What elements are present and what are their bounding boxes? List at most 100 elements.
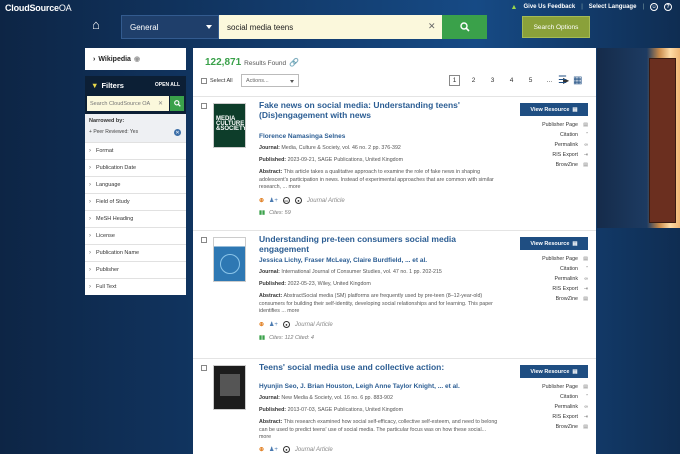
result-checkbox[interactable] — [201, 237, 207, 243]
citation-link[interactable]: Citation” — [520, 264, 588, 274]
language-link[interactable]: Select Language — [589, 4, 637, 10]
publisher-page-link[interactable]: Publisher Page ▤ — [520, 382, 588, 392]
result-authors[interactable]: Florence Namasinga Selnes — [259, 133, 345, 140]
view-resource-button[interactable]: View Resource ▤ — [520, 103, 588, 116]
filters-header: ▼ Filters OPEN ALL — [85, 76, 186, 94]
bar-chart-icon: ▮▮ — [259, 335, 266, 341]
browzine-link[interactable]: BrowZine ▤ — [520, 422, 588, 432]
browzine-link[interactable]: BrowZine ▤ — [520, 294, 588, 304]
actions-select[interactable]: Actions... — [241, 74, 299, 87]
permalink-link[interactable]: Permalink ∞ — [520, 402, 588, 412]
export-icon: ⇥ — [583, 152, 588, 158]
clear-icon[interactable]: ✕ — [428, 21, 436, 32]
filter-search-button[interactable] — [170, 96, 184, 111]
peer-reviewed-icon: ♟+ — [269, 447, 278, 453]
bar-chart-icon: ▮▮ — [259, 210, 266, 216]
page-link[interactable]: 3 — [487, 75, 498, 86]
ris-export-link[interactable]: RIS Export ⇥ — [520, 412, 588, 422]
filter-item[interactable]: › Publication Name — [85, 244, 186, 261]
peer-reviewed-icon: ♟+ — [269, 198, 278, 204]
background-door-image — [597, 48, 680, 228]
filter-item[interactable]: › Field of Study — [85, 193, 186, 210]
view-resource-button[interactable]: View Resource ▤ — [520, 365, 588, 378]
result-abstract: Abstract: AbstractSocial media (SM) plat… — [259, 293, 493, 314]
citation-link[interactable]: Citation” — [520, 130, 588, 140]
divider: | — [642, 4, 644, 10]
search-options-button[interactable]: Search Options — [522, 16, 590, 38]
select-all-checkbox[interactable] — [201, 78, 207, 84]
filter-item[interactable]: › Full Text — [85, 278, 186, 295]
grid-view-icon[interactable]: ▦ — [573, 75, 582, 86]
funnel-icon: ▼ — [91, 80, 99, 90]
result-abstract: Abstract: This article takes a qualitati… — [259, 169, 494, 190]
clear-icon[interactable]: ✕ — [158, 100, 163, 107]
external-link-icon: ▤ — [572, 106, 578, 113]
filter-item-label: Language — [96, 182, 121, 188]
divider: | — [581, 4, 583, 10]
search-button[interactable] — [442, 15, 487, 39]
browzine-link[interactable]: BrowZine ▤ — [520, 160, 588, 170]
result-checkbox[interactable] — [201, 365, 207, 371]
result-cites[interactable]: ▮▮ Cites: 112 Cited: 4 — [259, 335, 314, 341]
chevron-right-icon: › — [89, 284, 91, 290]
help-icon[interactable]: ? — [664, 3, 672, 11]
publisher-page-link[interactable]: Publisher Page ▤ — [520, 254, 588, 264]
filter-item[interactable]: › Language — [85, 176, 186, 193]
actions-value: Actions... — [246, 78, 269, 84]
result-item: Understanding pre-teen consumers social … — [193, 230, 596, 358]
list-view-icon[interactable]: ☰ — [558, 75, 567, 86]
chevron-down-icon — [206, 25, 212, 29]
filter-item-label: License — [96, 233, 115, 239]
cover-thumbnail[interactable]: MEDIA CULTURE &SOCIETY — [213, 103, 246, 148]
chevron-right-icon: › — [89, 148, 91, 154]
top-bar: CloudSourceOA ▲ Give Us Feedback | Selec… — [0, 0, 680, 14]
permalink-link[interactable]: Permalink ∞ — [520, 274, 588, 284]
view-resource-button[interactable]: View Resource ▤ — [520, 237, 588, 250]
page-link[interactable]: 5 — [525, 75, 536, 86]
user-icon[interactable]: ☺ — [650, 3, 658, 11]
page-link[interactable]: 1 — [449, 75, 460, 86]
result-title[interactable]: Fake news on social media: Understanding… — [259, 100, 499, 120]
external-link-icon: ▤ — [572, 240, 578, 247]
result-abstract: Abstract: This research examined how soc… — [259, 419, 498, 440]
page-link[interactable]: 2 — [468, 75, 479, 86]
home-icon[interactable]: ⌂ — [92, 18, 108, 32]
citation-link[interactable]: Citation” — [520, 392, 588, 402]
filter-item[interactable]: › Publication Date — [85, 159, 186, 176]
book-icon: ▤ — [583, 424, 588, 430]
chevron-right-icon: › — [89, 250, 91, 256]
select-all[interactable]: Select All — [201, 78, 233, 84]
result-type: Journal Article — [294, 446, 333, 453]
filter-item[interactable]: › Format — [85, 142, 186, 159]
wikipedia-panel[interactable]: › Wikipedia ◉ — [85, 48, 186, 70]
link-icon[interactable]: 🔗 — [289, 58, 299, 67]
cover-thumbnail[interactable] — [213, 365, 246, 410]
publisher-page-link[interactable]: Publisher Page ▤ — [520, 120, 588, 130]
filter-item[interactable]: › MeSH Heading — [85, 210, 186, 227]
chevron-right-icon: › — [89, 182, 91, 188]
open-all-link[interactable]: OPEN ALL — [155, 82, 180, 88]
result-title[interactable]: Understanding pre-teen consumers social … — [259, 234, 499, 254]
cover-thumbnail[interactable] — [213, 237, 246, 282]
remove-filter-icon[interactable]: ✕ — [174, 129, 181, 136]
search-input[interactable] — [219, 15, 442, 39]
result-authors[interactable]: Hyunjin Seo, J. Brian Houston, Leigh Ann… — [259, 383, 460, 390]
narrowed-by-label: Narrowed by: — [89, 118, 125, 124]
result-authors[interactable]: Jessica Lichy, Fraser McLeay, Claire Bur… — [259, 257, 427, 264]
feedback-link[interactable]: Give Us Feedback — [523, 4, 575, 10]
page-link[interactable]: 4 — [506, 75, 517, 86]
logo[interactable]: CloudSourceOA — [5, 3, 72, 13]
result-checkbox[interactable] — [201, 103, 207, 109]
export-icon: ⇥ — [583, 286, 588, 292]
permalink-link[interactable]: Permalink ∞ — [520, 140, 588, 150]
ris-export-link[interactable]: RIS Export ⇥ — [520, 150, 588, 160]
filter-item[interactable]: › License — [85, 227, 186, 244]
quote-icon: ” — [586, 394, 588, 400]
result-cites[interactable]: ▮▮ Cites: 59 — [259, 210, 291, 216]
filter-item[interactable]: › Publisher — [85, 261, 186, 278]
ris-export-link[interactable]: RIS Export ⇥ — [520, 284, 588, 294]
search-scope-select[interactable]: General — [121, 15, 219, 39]
filter-search-input[interactable] — [87, 96, 169, 111]
quote-icon: ” — [586, 266, 588, 272]
result-title[interactable]: Teens' social media use and collective a… — [259, 362, 499, 372]
